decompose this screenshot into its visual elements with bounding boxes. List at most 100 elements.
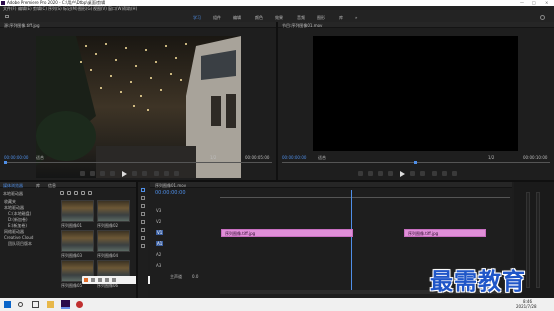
app-icon[interactable] (84, 278, 88, 282)
thumbnail-item[interactable] (61, 230, 94, 252)
razor-tool-icon[interactable] (141, 212, 145, 216)
menu-clip[interactable]: 剪辑(C) (33, 6, 47, 11)
export-frame-button[interactable] (174, 171, 179, 176)
thumbnail-item[interactable] (61, 200, 94, 222)
chrome-taskbar-icon[interactable] (76, 301, 83, 308)
grid-view-icon[interactable] (88, 191, 92, 195)
program-resolution-select[interactable]: 1/2 (488, 155, 494, 160)
workspace-tab-effects[interactable]: 效果 (275, 15, 283, 20)
source-fit-select[interactable]: 适合 (36, 155, 44, 160)
menu-marker[interactable]: 标记(M) (63, 6, 78, 11)
tree-item-drive-d[interactable]: D:(新加卷) (8, 217, 28, 222)
list-view-icon[interactable] (81, 191, 85, 195)
media-browser-tab[interactable]: 媒体浏览器 (3, 183, 23, 188)
toolbar-tool-icon[interactable] (91, 278, 95, 282)
source-playhead[interactable] (4, 161, 7, 164)
source-time-ruler[interactable] (4, 162, 272, 163)
workspace-tab-color[interactable]: 颜色 (255, 15, 263, 20)
program-step-back-button[interactable] (388, 171, 393, 176)
slip-tool-icon[interactable] (141, 220, 145, 224)
source-timecode-current[interactable]: 00:00:00:00 (4, 155, 28, 160)
program-go-to-in-button[interactable] (378, 171, 383, 176)
program-playhead[interactable] (414, 161, 417, 164)
thumbnail-item[interactable] (97, 230, 130, 252)
lift-button[interactable] (432, 171, 437, 176)
tree-item-local-drives[interactable]: 本地驱动器 (4, 205, 24, 210)
track-label-v1[interactable]: V1 (156, 230, 164, 235)
program-monitor-tab[interactable]: 节目:序列图像01.mov (282, 23, 322, 28)
track-label-v2[interactable]: V2 (156, 219, 161, 224)
minimize-button[interactable]: — (520, 0, 524, 5)
menu-window[interactable]: 窗口(W) (108, 6, 123, 11)
toolbar-tool-icon[interactable] (112, 278, 116, 282)
menu-help[interactable]: 帮助(H) (123, 6, 137, 11)
tree-item-network-drives[interactable]: 网络驱动器 (4, 229, 24, 234)
menu-edit[interactable]: 编辑(E) (18, 6, 32, 11)
timeline-tab[interactable]: 序列图像01.mov (155, 183, 186, 188)
close-button[interactable]: × (545, 0, 548, 5)
video-clip-1[interactable]: 序列图像.tiff.jpg (221, 229, 353, 237)
track-label-v3[interactable]: V3 (156, 208, 161, 213)
track-label-a2[interactable]: A2 (156, 252, 161, 257)
workspace-tab-libraries[interactable]: 库 (339, 15, 343, 20)
master-track-value[interactable]: 0.0 (192, 274, 198, 279)
mark-out-button[interactable] (90, 171, 95, 176)
clock-date[interactable]: 2021/7/28 (516, 304, 537, 309)
start-icon[interactable] (4, 301, 11, 308)
mark-in-button[interactable] (80, 171, 85, 176)
video-clip-2[interactable]: 序列图像.tiff.jpg (404, 229, 486, 237)
tree-item-drive-e[interactable]: E:(新加卷) (8, 223, 27, 228)
toolbar-tool-icon[interactable] (98, 278, 102, 282)
tree-item-drive-c[interactable]: C:(本地磁盘) (8, 211, 31, 216)
timeline-playhead[interactable] (351, 190, 352, 290)
ripple-edit-tool-icon[interactable] (141, 204, 145, 208)
program-timecode-current[interactable]: 00:00:00:00 (282, 155, 306, 160)
menu-file[interactable]: 文件(F) (3, 6, 16, 11)
home-icon[interactable] (5, 15, 9, 18)
premiere-taskbar-icon[interactable] (61, 300, 70, 309)
workspace-tab-audio[interactable]: 音频 (297, 15, 305, 20)
menu-view[interactable]: 视图(V) (93, 6, 107, 11)
source-resolution-select[interactable]: 1/2 (210, 155, 216, 160)
taskbar-search-icon[interactable] (18, 302, 23, 307)
tree-item-team-projects[interactable]: 团队项目版本 (8, 241, 32, 246)
source-monitor-tab[interactable]: 源:序列图像.tiff.jpg (4, 23, 40, 28)
workspace-more-icon[interactable]: » (355, 15, 357, 20)
program-play-icon[interactable] (400, 171, 405, 177)
insert-button[interactable] (154, 171, 159, 176)
menu-sequence[interactable]: 序列(S) (48, 6, 62, 11)
hand-tool-icon[interactable] (141, 236, 145, 240)
toolbar-tool-icon[interactable] (105, 278, 109, 282)
workspace-tab-learning[interactable]: 学习 (193, 15, 201, 20)
workspace-tab-assembly[interactable]: 组件 (213, 15, 221, 20)
go-to-out-button[interactable] (142, 171, 147, 176)
maximize-button[interactable]: □ (532, 0, 536, 5)
forward-icon[interactable] (67, 191, 71, 195)
file-explorer-icon[interactable] (47, 301, 54, 308)
tree-item-favorites[interactable]: 收藏夹 (4, 199, 16, 204)
type-tool-icon[interactable] (141, 244, 145, 248)
menu-graphics[interactable]: 图形(G) (78, 6, 92, 11)
program-fit-select[interactable]: 适合 (318, 155, 326, 160)
go-to-in-button[interactable] (100, 171, 105, 176)
tree-item-creative-cloud[interactable]: Creative Cloud (4, 235, 33, 240)
play-icon[interactable] (122, 171, 127, 177)
search-icon[interactable] (540, 15, 545, 20)
track-label-a3[interactable]: A3 (156, 263, 161, 268)
filter-icon[interactable] (74, 191, 78, 195)
program-go-to-out-button[interactable] (420, 171, 425, 176)
pen-tool-icon[interactable] (141, 228, 145, 232)
overwrite-button[interactable] (164, 171, 169, 176)
step-back-button[interactable] (110, 171, 115, 176)
extract-button[interactable] (442, 171, 447, 176)
track-select-tool-icon[interactable] (141, 196, 145, 200)
libraries-tab[interactable]: 库 (36, 183, 40, 188)
workspace-tab-graphics[interactable]: 图形 (317, 15, 325, 20)
program-mark-in-button[interactable] (358, 171, 363, 176)
track-label-a1[interactable]: A1 (156, 241, 164, 246)
info-tab[interactable]: 信息 (48, 183, 56, 188)
program-mark-out-button[interactable] (368, 171, 373, 176)
task-view-icon[interactable] (32, 301, 39, 308)
program-step-forward-button[interactable] (410, 171, 415, 176)
workspace-tab-editing[interactable]: 编辑 (233, 15, 241, 20)
